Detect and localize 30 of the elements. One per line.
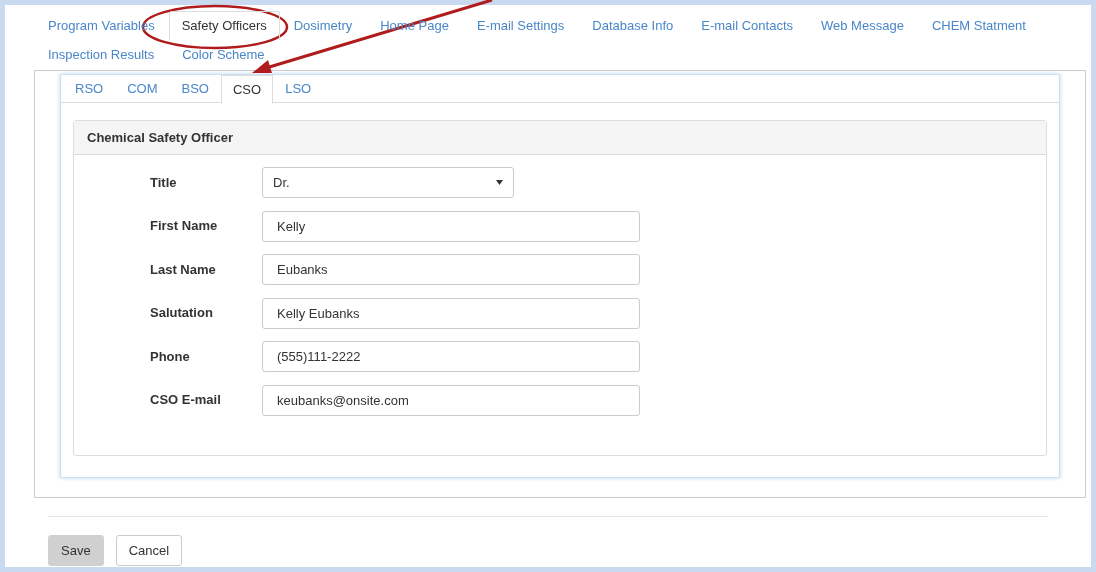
field-label: Phone [150,347,191,366]
officer-tab[interactable]: BSO [169,75,221,103]
officer-tab[interactable]: COM [115,75,170,103]
input-field[interactable]: Eubanks [262,254,640,285]
nav-tab[interactable]: E-mail Settings [462,11,579,40]
caret-icon [496,180,503,185]
title-select[interactable]: Dr. [262,167,514,198]
input-field[interactable]: keubanks@onsite.com [262,384,640,416]
field-label: Last Name [150,260,217,279]
officer-tab[interactable]: CSO [221,75,274,104]
nav-tab[interactable]: Database Info [578,11,688,40]
field-label: Title [150,173,178,192]
field-label: First Name [150,217,219,236]
nav-tab[interactable]: Inspection Results [34,40,169,69]
cancel-button[interactable]: Cancel [115,535,183,566]
officer-tab[interactable]: RSO [63,75,116,103]
input-field[interactable]: (555)111-2222 [262,341,640,372]
nav-tab[interactable]: Web Message [807,11,918,40]
input-field[interactable]: Kelly [262,210,640,242]
nav-tab[interactable]: Color Scheme [168,40,279,69]
field-label: CSO E-mail [150,391,222,410]
panel-header: Chemical Safety Officer [74,121,1046,155]
nav-tab[interactable]: CHEM Statment [917,11,1040,40]
officer-tab[interactable]: LSO [273,75,324,103]
nav-tab[interactable]: E-mail Contacts [687,11,807,40]
field-label: Salutation [150,304,214,323]
save-button[interactable]: Save [48,535,104,566]
input-field[interactable]: Kelly Eubanks [262,297,640,329]
nav-tab[interactable]: Dosimetry [279,11,367,40]
nav-tab[interactable]: Safety Officers [168,11,280,40]
